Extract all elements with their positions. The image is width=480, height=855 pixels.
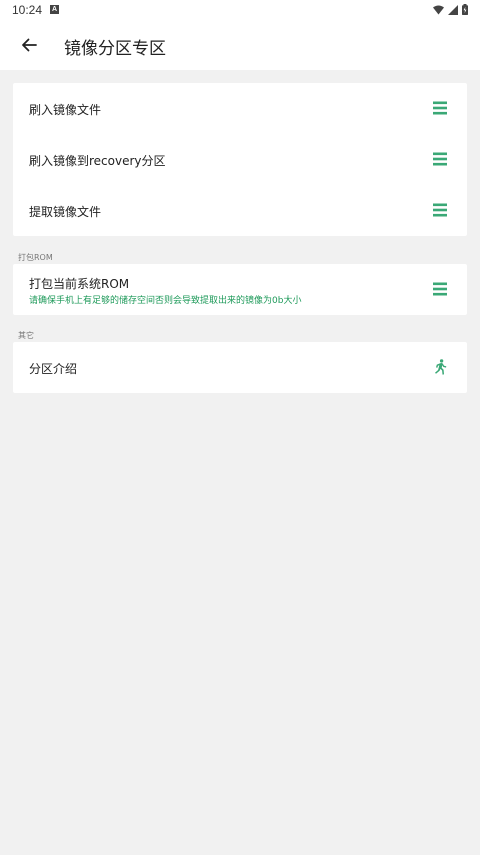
list-item-label: 刷入镜像文件 xyxy=(29,103,102,117)
section-header-pack-rom: 打包ROM xyxy=(18,253,53,262)
pack-rom-card: 打包当前系统ROM 请确保手机上有足够的储存空间否则会导致提取出来的镜像为0b大… xyxy=(13,264,467,315)
list-item-partition-intro[interactable]: 分区介绍 xyxy=(13,342,467,393)
app-bar: 镜像分区专区 xyxy=(0,20,480,70)
menu-icon xyxy=(433,101,447,115)
section-header-others: 其它 xyxy=(18,331,34,340)
notification-a-icon: A xyxy=(50,5,59,14)
running-person-icon xyxy=(435,359,447,375)
list-item-label: 刷入镜像到recovery分区 xyxy=(29,154,166,168)
list-item-label: 打包当前系统ROM xyxy=(29,277,130,291)
list-item-label: 提取镜像文件 xyxy=(29,205,102,219)
list-item-pack-rom[interactable]: 打包当前系统ROM 请确保手机上有足够的储存空间否则会导致提取出来的镜像为0b大… xyxy=(13,264,467,315)
list-item-flash-image[interactable]: 刷入镜像文件 xyxy=(13,83,467,134)
menu-icon xyxy=(433,282,447,296)
others-card: 分区介绍 xyxy=(13,342,467,393)
page-title: 镜像分区专区 xyxy=(64,39,166,59)
menu-icon xyxy=(433,203,447,217)
image-flash-card: 刷入镜像文件 刷入镜像到recovery分区 提取镜像文件 xyxy=(13,83,467,236)
status-bar: 10:24 A xyxy=(0,0,480,20)
list-item-warning: 请确保手机上有足够的储存空间否则会导致提取出来的镜像为0b大小 xyxy=(29,296,302,306)
wifi-icon xyxy=(433,5,444,14)
list-item-flash-recovery[interactable]: 刷入镜像到recovery分区 xyxy=(13,134,467,185)
back-button[interactable] xyxy=(14,30,44,60)
signal-icon xyxy=(448,4,458,15)
list-item-label: 分区介绍 xyxy=(29,362,78,376)
battery-icon xyxy=(462,4,468,15)
status-icons xyxy=(433,4,468,15)
arrow-back-icon xyxy=(22,38,37,52)
status-time: 10:24 xyxy=(12,3,43,17)
list-item-extract-image[interactable]: 提取镜像文件 xyxy=(13,185,467,236)
menu-icon xyxy=(433,152,447,166)
